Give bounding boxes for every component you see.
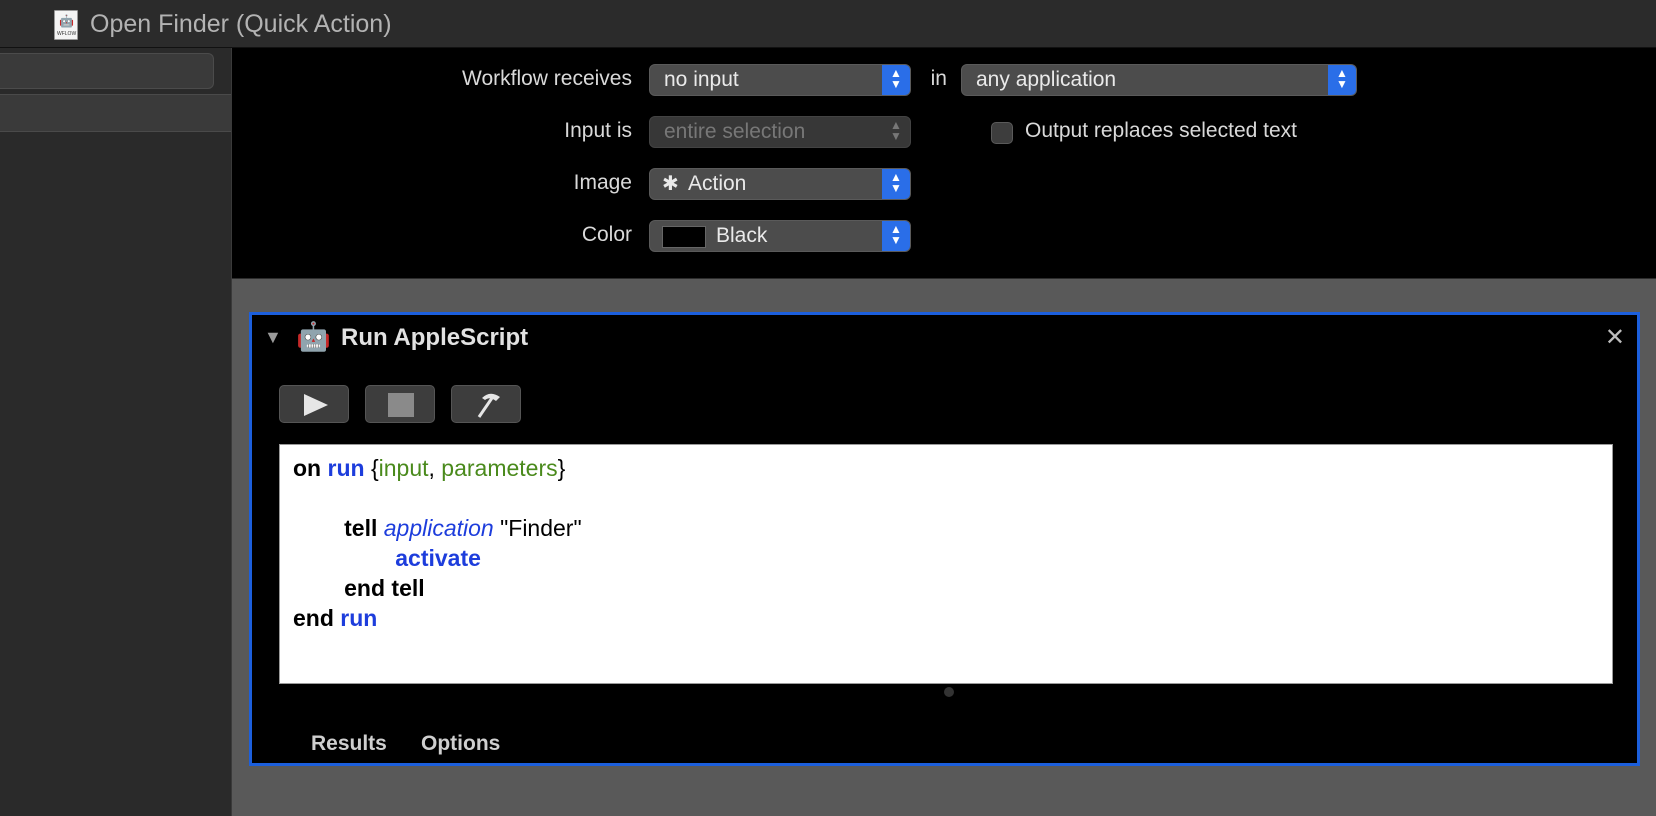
gear-icon: ✱ [662, 173, 679, 195]
compile-button[interactable] [451, 385, 521, 423]
code-token: end tell [344, 575, 425, 601]
code-token: run [340, 605, 378, 631]
run-button[interactable] [279, 385, 349, 423]
input-is-value: entire selection [664, 120, 806, 143]
image-value: Action [688, 172, 747, 195]
automator-robot-icon: 🤖 [296, 321, 331, 352]
action-title: Run AppleScript [341, 324, 529, 351]
stop-icon [388, 393, 414, 417]
disclosure-triangle-icon[interactable]: ▼ [264, 327, 282, 348]
code-token: on [293, 455, 322, 481]
input-is-label: Input is [564, 119, 632, 142]
code-token: end [293, 605, 334, 631]
code-token: input [378, 455, 429, 481]
title-bar: 🤖 WFLOW Open Finder (Quick Action) [0, 0, 1656, 48]
code-token: , [428, 455, 435, 481]
code-token: tell [344, 515, 378, 541]
color-popup[interactable]: Black ▲ ▼ [649, 220, 911, 252]
library-search-field[interactable] [0, 53, 214, 89]
workflow-receives-label: Workflow receives [462, 67, 632, 90]
color-swatch [662, 226, 706, 248]
application-value: any application [976, 68, 1117, 91]
run-applescript-action[interactable]: ▼ 🤖 Run AppleScript ✕ on run {input, par… [249, 312, 1640, 766]
chevron-up-down-icon: ▲ ▼ [882, 169, 910, 199]
library-sidebar [0, 48, 232, 816]
code-token: } [557, 455, 566, 481]
code-token: "Finder" [500, 515, 582, 541]
workflow-config-panel: Workflow receives no input ▲ ▼ in any app… [232, 48, 1656, 279]
color-value: Black [716, 224, 768, 247]
code-token: application [383, 515, 494, 541]
chevron-up-down-icon: ▲ ▼ [890, 118, 902, 143]
script-editor[interactable]: on run {input, parameters} tell applicat… [279, 444, 1613, 684]
window-title: Open Finder (Quick Action) [90, 10, 392, 38]
application-popup[interactable]: any application ▲ ▼ [961, 64, 1357, 96]
library-selected-row[interactable] [0, 94, 231, 132]
workflow-receives-popup[interactable]: no input ▲ ▼ [649, 64, 911, 96]
editor-resize-handle[interactable] [944, 687, 954, 697]
tab-results[interactable]: Results [311, 732, 387, 756]
chevron-up-down-icon: ▲ ▼ [882, 221, 910, 251]
robot-icon: 🤖 [59, 14, 74, 28]
code-token: activate [395, 545, 481, 571]
code-token: { [370, 455, 379, 481]
script-code: on run {input, parameters} tell applicat… [293, 453, 582, 633]
chevron-up-down-icon: ▲ ▼ [882, 65, 910, 95]
play-icon [304, 394, 328, 416]
chevron-up-down-icon: ▲ ▼ [1328, 65, 1356, 95]
in-label: in [930, 67, 947, 90]
input-is-popup[interactable]: entire selection ▲ ▼ [649, 116, 911, 148]
tab-options[interactable]: Options [421, 732, 500, 756]
output-replaces-checkbox[interactable] [991, 122, 1013, 144]
close-icon[interactable]: ✕ [1605, 323, 1625, 352]
code-token: parameters [441, 455, 558, 481]
image-label: Image [573, 171, 632, 194]
stop-button[interactable] [365, 385, 435, 423]
image-popup[interactable]: ✱ Action ▲ ▼ [649, 168, 911, 200]
workflow-receives-value: no input [664, 68, 739, 91]
output-replaces-label: Output replaces selected text [1025, 119, 1297, 142]
code-token: run [327, 455, 365, 481]
doc-icon-label: WFLOW [57, 31, 77, 37]
workflow-doc-icon: 🤖 WFLOW [54, 10, 78, 40]
color-label: Color [581, 223, 632, 246]
hammer-icon [477, 393, 500, 418]
